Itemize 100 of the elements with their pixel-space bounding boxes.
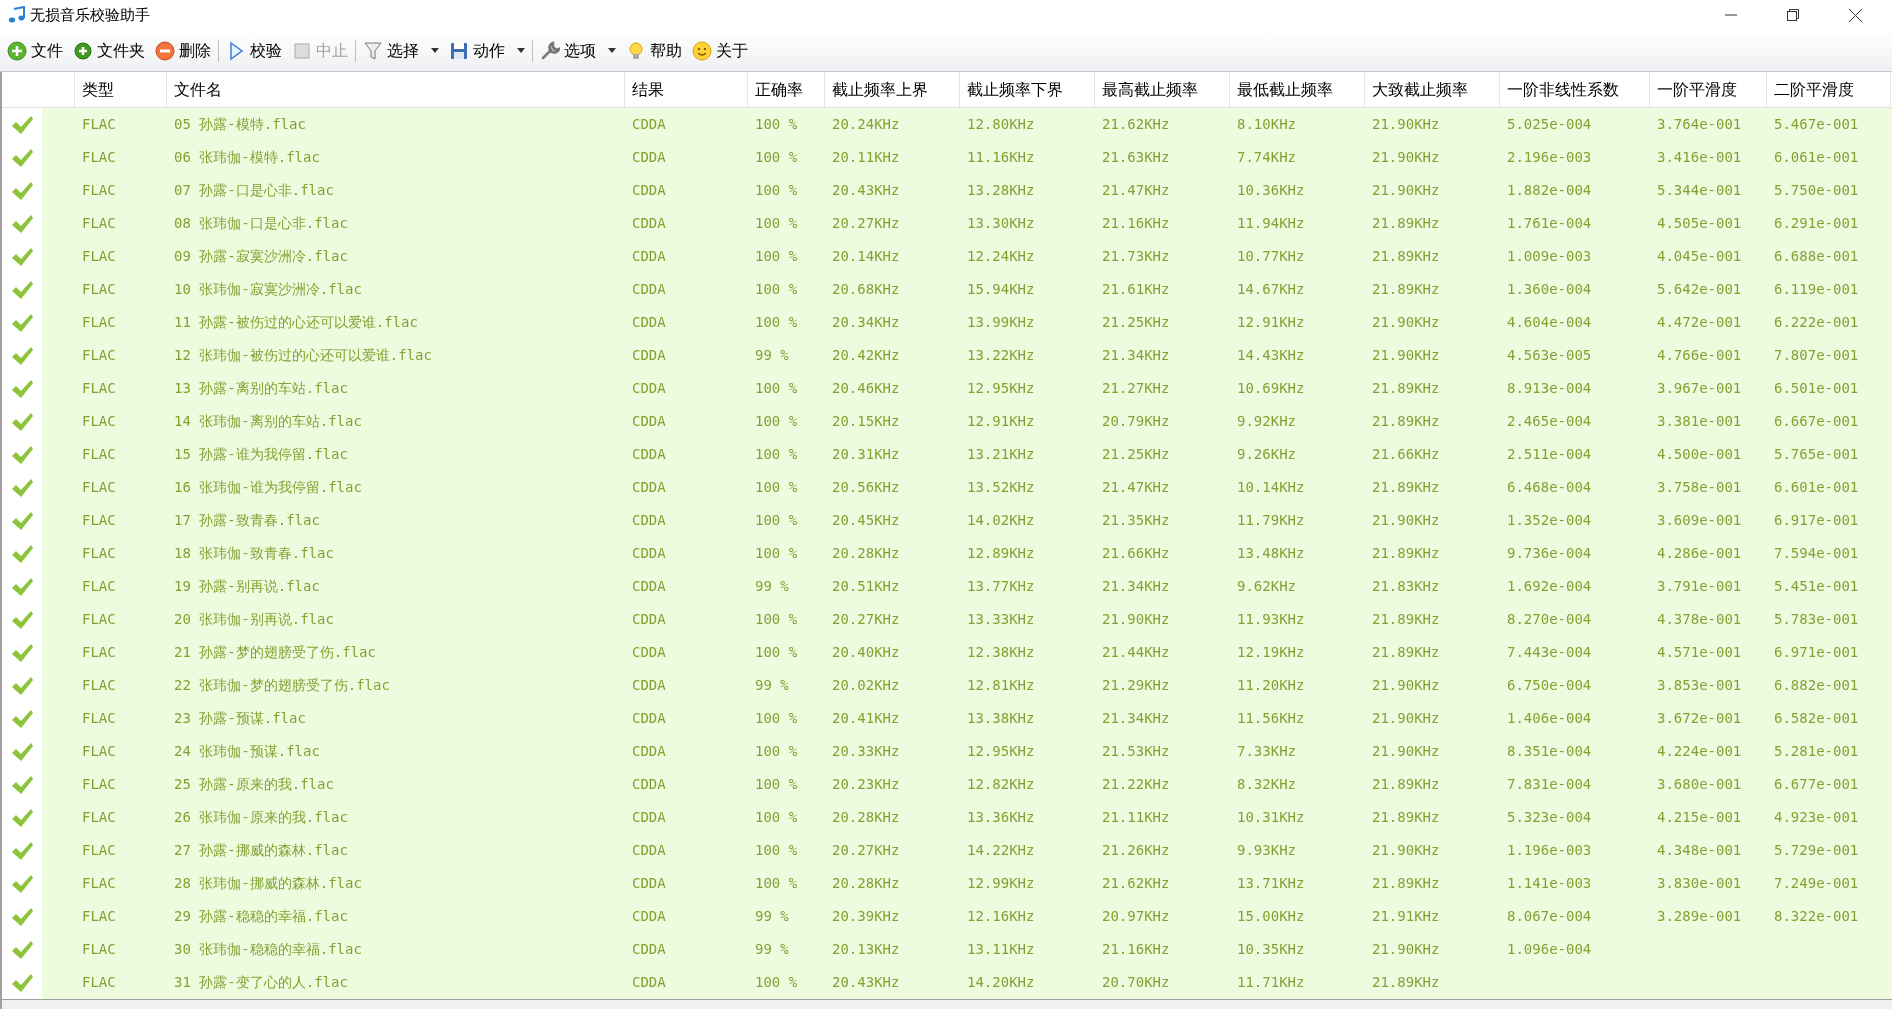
- table-row[interactable]: FLAC 07 孙露-口是心非.flac CDDA 100 % 20.43KHz 13.28KHz 21.47KHz 10.36KHz 21.90KHz 1.882e-004 5.344e-001 5.750e-001: [42, 174, 1892, 207]
- table-row[interactable]: FLAC 10 张玮伽-寂寞沙洲冷.flac CDDA 100 % 20.68KHz 15.94KHz 21.61KHz 14.67KHz 21.89KHz 1.360e-004 5.642e-001 6.119e-001: [42, 273, 1892, 306]
- column-header[interactable]: 截止频率下界: [960, 72, 1095, 107]
- table-cell-text: 21.26KHz: [1102, 841, 1170, 860]
- table-cell-text: 3.791e-001: [1657, 577, 1742, 596]
- column-header[interactable]: 最高截止频率: [1095, 72, 1230, 107]
- table-cell-text: 21.11KHz: [1102, 808, 1170, 827]
- column-header[interactable]: 文件名: [167, 72, 625, 107]
- table-cell-text: 100 %: [755, 511, 798, 530]
- toolbar-button[interactable]: 选项: [537, 35, 619, 66]
- table-row[interactable]: FLAC 05 孙露-模特.flac CDDA 100 % 20.24KHz 12.80KHz 21.62KHz 8.10KHz 21.90KHz 5.025e-004 3.764e-001 5.467e-001: [42, 108, 1892, 141]
- table-cell-text: CDDA: [632, 973, 666, 992]
- table-row[interactable]: FLAC 11 孙露-被伤过的心还可以爱谁.flac CDDA 100 % 20.34KHz 13.99KHz 21.25KHz 12.91KHz 21.90KHz 4.604e-004 4.472e-001 6.222e-001: [42, 306, 1892, 339]
- table-cell-text: CDDA: [632, 181, 666, 200]
- toolbar-button[interactable]: 文件: [4, 35, 66, 66]
- window-title: 无损音乐校验助手: [30, 4, 150, 25]
- table-cell-text: 6.882e-001: [1774, 676, 1859, 695]
- table-row[interactable]: FLAC 26 张玮伽-原来的我.flac CDDA 100 % 20.28KHz 13.36KHz 21.11KHz 10.31KHz 21.89KHz 5.323e-004 4.215e-001 4.923e-001: [42, 801, 1892, 834]
- table-cell-text: 10 张玮伽-寂寞沙洲冷.flac: [174, 280, 362, 299]
- toolbar-button[interactable]: 帮助: [623, 35, 685, 66]
- table-cell-text: 1.352e-004: [1507, 511, 1592, 530]
- toolbar-button[interactable]: 删除: [152, 35, 214, 66]
- table-cell-text: 12.38KHz: [967, 643, 1035, 662]
- table-cell-text: 21.35KHz: [1102, 511, 1170, 530]
- table-cell-text: 08 张玮伽-口是心非.flac: [174, 214, 348, 233]
- table-cell-text: 21.61KHz: [1102, 280, 1170, 299]
- table-row[interactable]: FLAC 06 张玮伽-模特.flac CDDA 100 % 20.11KHz 11.16KHz 21.63KHz 7.74KHz 21.90KHz 2.196e-003 3.416e-001 6.061e-001: [42, 141, 1892, 174]
- column-header[interactable]: 二阶平滑度: [1767, 72, 1891, 107]
- table-cell-text: 100 %: [755, 115, 798, 134]
- table-cell-text: 4.045e-001: [1657, 247, 1742, 266]
- table-row[interactable]: FLAC 28 张玮伽-挪威的森林.flac CDDA 100 % 20.28KHz 12.99KHz 21.62KHz 13.71KHz 21.89KHz 1.141e-003 3.830e-001 7.249e-001: [42, 867, 1892, 900]
- toolbar-button[interactable]: 校验: [223, 35, 285, 66]
- table-row[interactable]: FLAC 18 张玮伽-致青春.flac CDDA 100 % 20.28KHz 12.89KHz 21.66KHz 13.48KHz 21.89KHz 9.736e-004 4.286e-001 7.594e-001: [42, 537, 1892, 570]
- toolbar-button[interactable]: 选择: [360, 35, 442, 66]
- table-cell-text: 21.89KHz: [1372, 478, 1440, 497]
- column-header[interactable]: 一阶平滑度: [1650, 72, 1767, 107]
- table-row[interactable]: FLAC 22 张玮伽-梦的翅膀受了伤.flac CDDA 99 % 20.02KHz 12.81KHz 21.29KHz 11.20KHz 21.90KHz 6.750e-004 3.853e-001 6.882e-001: [42, 669, 1892, 702]
- toolbar-button[interactable]: 关于: [689, 35, 751, 66]
- table-cell-text: 22 张玮伽-梦的翅膀受了伤.flac: [174, 676, 390, 695]
- table-row[interactable]: FLAC 17 孙露-致青春.flac CDDA 100 % 20.45KHz 14.02KHz 21.35KHz 11.79KHz 21.90KHz 1.352e-004 3.609e-001 6.917e-001: [42, 504, 1892, 537]
- table-cell-text: CDDA: [632, 412, 666, 431]
- table-cell-text: 100 %: [755, 874, 798, 893]
- table-cell-text: CDDA: [632, 313, 666, 332]
- table-cell-text: CDDA: [632, 214, 666, 233]
- table-row[interactable]: FLAC 25 孙露-原来的我.flac CDDA 100 % 20.23KHz 12.82KHz 21.22KHz 8.32KHz 21.89KHz 7.831e-004 3.680e-001 6.677e-001: [42, 768, 1892, 801]
- table-cell-text: 4.604e-004: [1507, 313, 1592, 332]
- column-header[interactable]: 一阶非线性系数: [1500, 72, 1650, 107]
- table-row[interactable]: FLAC 31 孙露-变了心的人.flac CDDA 100 % 20.43KHz 14.20KHz 20.70KHz 11.71KHz 21.89KHz: [42, 966, 1892, 999]
- table-cell-text: FLAC: [82, 544, 116, 563]
- table-row[interactable]: FLAC 29 孙露-稳稳的幸福.flac CDDA 99 % 20.39KHz 12.16KHz 20.97KHz 15.00KHz 21.91KHz 8.067e-004 3.289e-001 8.322e-001: [42, 900, 1892, 933]
- column-header[interactable]: 结果: [625, 72, 748, 107]
- table-cell-text: 4.923e-001: [1774, 808, 1859, 827]
- table-cell-text: 9.26KHz: [1237, 445, 1296, 464]
- table-row[interactable]: FLAC 21 孙露-梦的翅膀受了伤.flac CDDA 100 % 20.40KHz 12.38KHz 21.44KHz 12.19KHz 21.89KHz 7.443e-004 4.571e-001 6.971e-001: [42, 636, 1892, 669]
- table-cell-text: 7.33KHz: [1237, 742, 1296, 761]
- table-cell-text: CDDA: [632, 643, 666, 662]
- table-row[interactable]: FLAC 15 孙露-谁为我停留.flac CDDA 100 % 20.31KHz 13.21KHz 21.25KHz 9.26KHz 21.66KHz 2.511e-004 4.500e-001 5.765e-001: [42, 438, 1892, 471]
- table-cell-text: CDDA: [632, 544, 666, 563]
- toolbar-button[interactable]: 动作: [446, 35, 528, 66]
- column-header[interactable]: 类型: [75, 72, 167, 107]
- table-cell-text: 13.22KHz: [967, 346, 1035, 365]
- table-cell-text: 7.831e-004: [1507, 775, 1592, 794]
- column-header[interactable]: 截止频率上界: [825, 72, 960, 107]
- table-cell-text: 10.69KHz: [1237, 379, 1305, 398]
- table-cell-text: 21.90KHz: [1372, 841, 1440, 860]
- column-header[interactable]: 大致截止频率: [1365, 72, 1500, 107]
- table-row[interactable]: FLAC 30 张玮伽-稳稳的幸福.flac CDDA 99 % 20.13KHz 13.11KHz 21.16KHz 10.35KHz 21.90KHz 1.096e-004: [42, 933, 1892, 966]
- table-row[interactable]: FLAC 12 张玮伽-被伤过的心还可以爱谁.flac CDDA 99 % 20.42KHz 13.22KHz 21.34KHz 14.43KHz 21.90KHz 4.563e-005 4.766e-001 7.807e-001: [42, 339, 1892, 372]
- table-cell-text: 20.13KHz: [832, 940, 900, 959]
- table-row[interactable]: FLAC 13 孙露-离别的车站.flac CDDA 100 % 20.46KHz 12.95KHz 21.27KHz 10.69KHz 21.89KHz 8.913e-004 3.967e-001 6.501e-001: [42, 372, 1892, 405]
- table-row[interactable]: FLAC 24 张玮伽-预谋.flac CDDA 100 % 20.33KHz 12.95KHz 21.53KHz 7.33KHz 21.90KHz 8.351e-004 4.224e-001 5.281e-001: [42, 735, 1892, 768]
- table-cell-text: 11 孙露-被伤过的心还可以爱谁.flac: [174, 313, 418, 332]
- table-cell-text: FLAC: [82, 874, 116, 893]
- table-cell-text: CDDA: [632, 874, 666, 893]
- table-cell-text: 3.609e-001: [1657, 511, 1742, 530]
- table-row[interactable]: FLAC 19 孙露-别再说.flac CDDA 99 % 20.51KHz 13.77KHz 21.34KHz 9.62KHz 21.83KHz 1.692e-004 3.791e-001 5.451e-001: [42, 570, 1892, 603]
- table-cell-text: CDDA: [632, 742, 666, 761]
- table-row[interactable]: FLAC 27 孙露-挪威的森林.flac CDDA 100 % 20.27KHz 14.22KHz 21.26KHz 9.93KHz 21.90KHz 1.196e-003 4.348e-001 5.729e-001: [42, 834, 1892, 867]
- table-cell-text: 21.73KHz: [1102, 247, 1170, 266]
- table-row[interactable]: FLAC 08 张玮伽-口是心非.flac CDDA 100 % 20.27KHz 13.30KHz 21.16KHz 11.94KHz 21.89KHz 1.761e-004 4.505e-001 6.291e-001: [42, 207, 1892, 240]
- table-row[interactable]: FLAC 23 孙露-预谋.flac CDDA 100 % 20.41KHz 13.38KHz 21.34KHz 11.56KHz 21.90KHz 1.406e-004 3.672e-001 6.582e-001: [42, 702, 1892, 735]
- table-cell-text: FLAC: [82, 478, 116, 497]
- plus-circle-icon: [73, 40, 93, 61]
- table-cell-text: 11.20KHz: [1237, 676, 1305, 695]
- table-cell-text: FLAC: [82, 841, 116, 860]
- table-cell-text: 21.16KHz: [1102, 214, 1170, 233]
- table-cell-text: 5.729e-001: [1774, 841, 1859, 860]
- table-cell-text: 20.46KHz: [832, 379, 900, 398]
- table-cell-text: FLAC: [82, 412, 116, 431]
- table-cell-text: 3.680e-001: [1657, 775, 1742, 794]
- table-cell-text: 4.505e-001: [1657, 214, 1742, 233]
- table-row[interactable]: FLAC 20 张玮伽-别再说.flac CDDA 100 % 20.27KHz 13.33KHz 21.90KHz 11.93KHz 21.89KHz 8.270e-004 4.378e-001 5.783e-001: [42, 603, 1892, 636]
- toolbar-button[interactable]: 文件夹: [70, 35, 148, 66]
- column-header[interactable]: 正确率: [748, 72, 825, 107]
- table-cell-text: 6.119e-001: [1774, 280, 1859, 299]
- table-row[interactable]: FLAC 16 张玮伽-谁为我停留.flac CDDA 100 % 20.56KHz 13.52KHz 21.47KHz 10.14KHz 21.89KHz 6.468e-004 3.758e-001 6.601e-001: [42, 471, 1892, 504]
- table-cell-text: CDDA: [632, 148, 666, 167]
- column-header[interactable]: 最低截止频率: [1230, 72, 1365, 107]
- table-row[interactable]: FLAC 14 张玮伽-离别的车站.flac CDDA 100 % 20.15KHz 12.91KHz 20.79KHz 9.92KHz 21.89KHz 2.465e-004 3.381e-001 6.667e-001: [42, 405, 1892, 438]
- table-row[interactable]: FLAC 09 孙露-寂寞沙洲冷.flac CDDA 100 % 20.14KHz 12.24KHz 21.73KHz 10.77KHz 21.89KHz 1.009e-003 4.045e-001 6.688e-001: [42, 240, 1892, 273]
